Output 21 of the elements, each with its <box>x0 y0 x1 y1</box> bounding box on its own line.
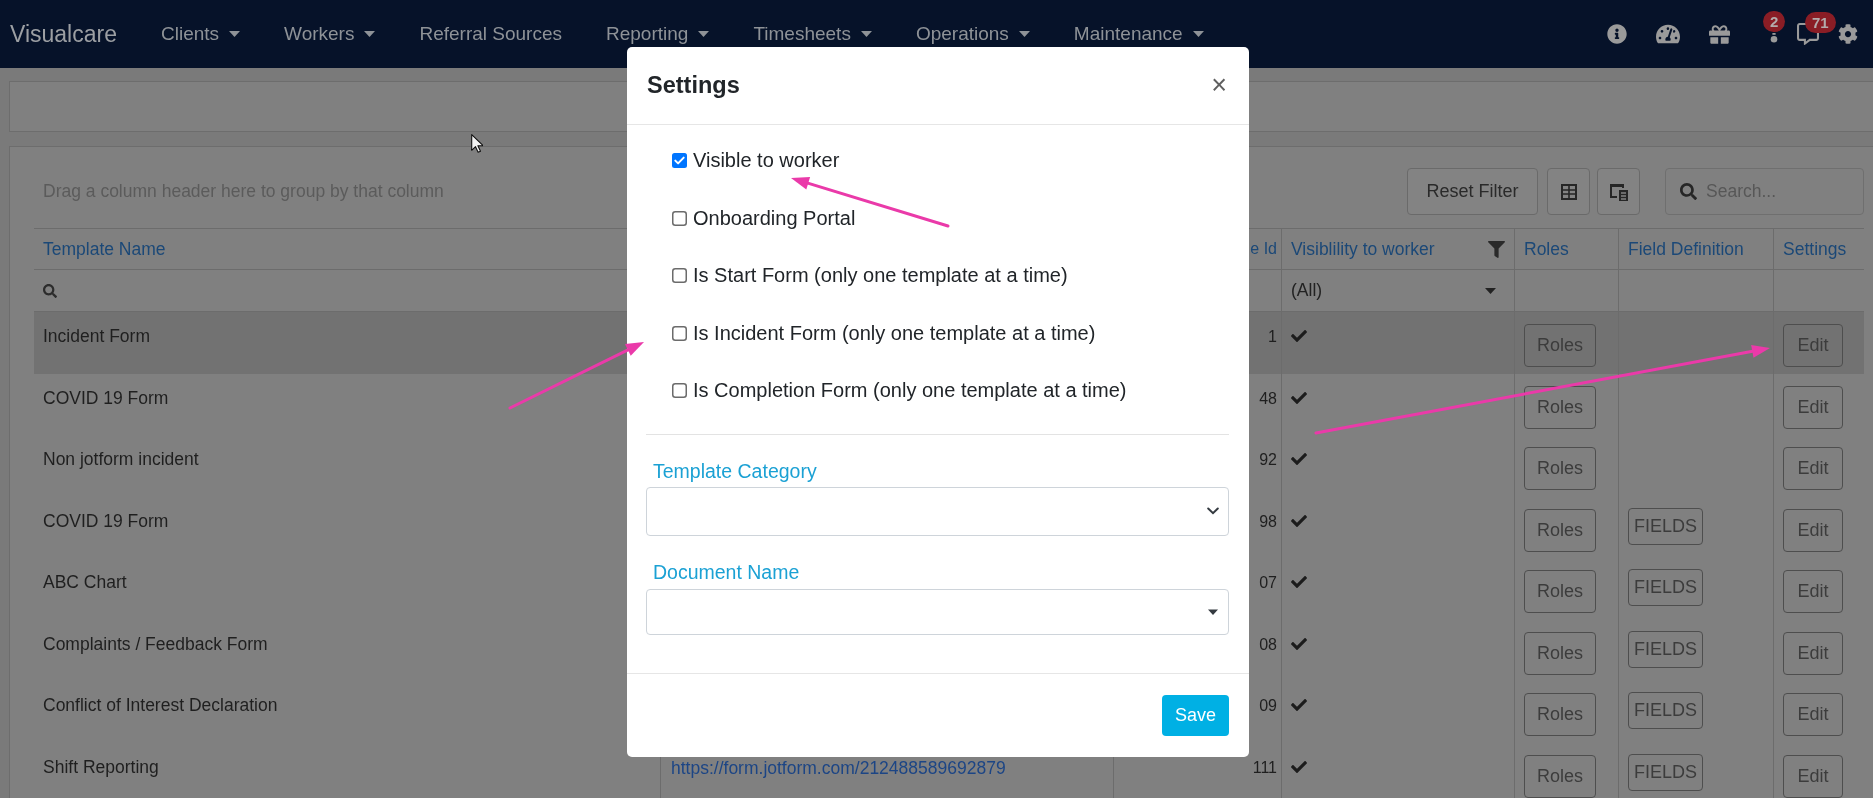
template-name: ABC Chart <box>43 572 127 593</box>
dialog-title: Settings <box>647 72 740 99</box>
template-name: Conflict of Interest Declaration <box>43 695 278 716</box>
template-id: 07 <box>1259 573 1277 593</box>
template-id: 92 <box>1259 450 1277 470</box>
alerts-count-badge: 2 <box>1763 11 1786 32</box>
template-id: 48 <box>1259 388 1277 409</box>
template-name: Shift Reporting <box>43 756 159 778</box>
template-id: 111 <box>1252 757 1277 778</box>
template-id: 1 <box>1268 327 1277 347</box>
template-name: COVID 19 Form <box>43 510 169 532</box>
template-id: 09 <box>1259 696 1277 716</box>
template-id: 08 <box>1259 634 1277 655</box>
field-label: Document Name <box>652 559 800 585</box>
template-name: Incident Form <box>43 326 150 347</box>
template-name: Complaints / Feedback Form <box>43 633 268 655</box>
messages-count-badge: 71 <box>1805 12 1836 33</box>
template-name: Non jotform incident <box>43 449 199 470</box>
field-label: Template Category <box>652 458 817 484</box>
template-id: 98 <box>1259 511 1277 532</box>
template-name: COVID 19 Form <box>43 387 169 409</box>
